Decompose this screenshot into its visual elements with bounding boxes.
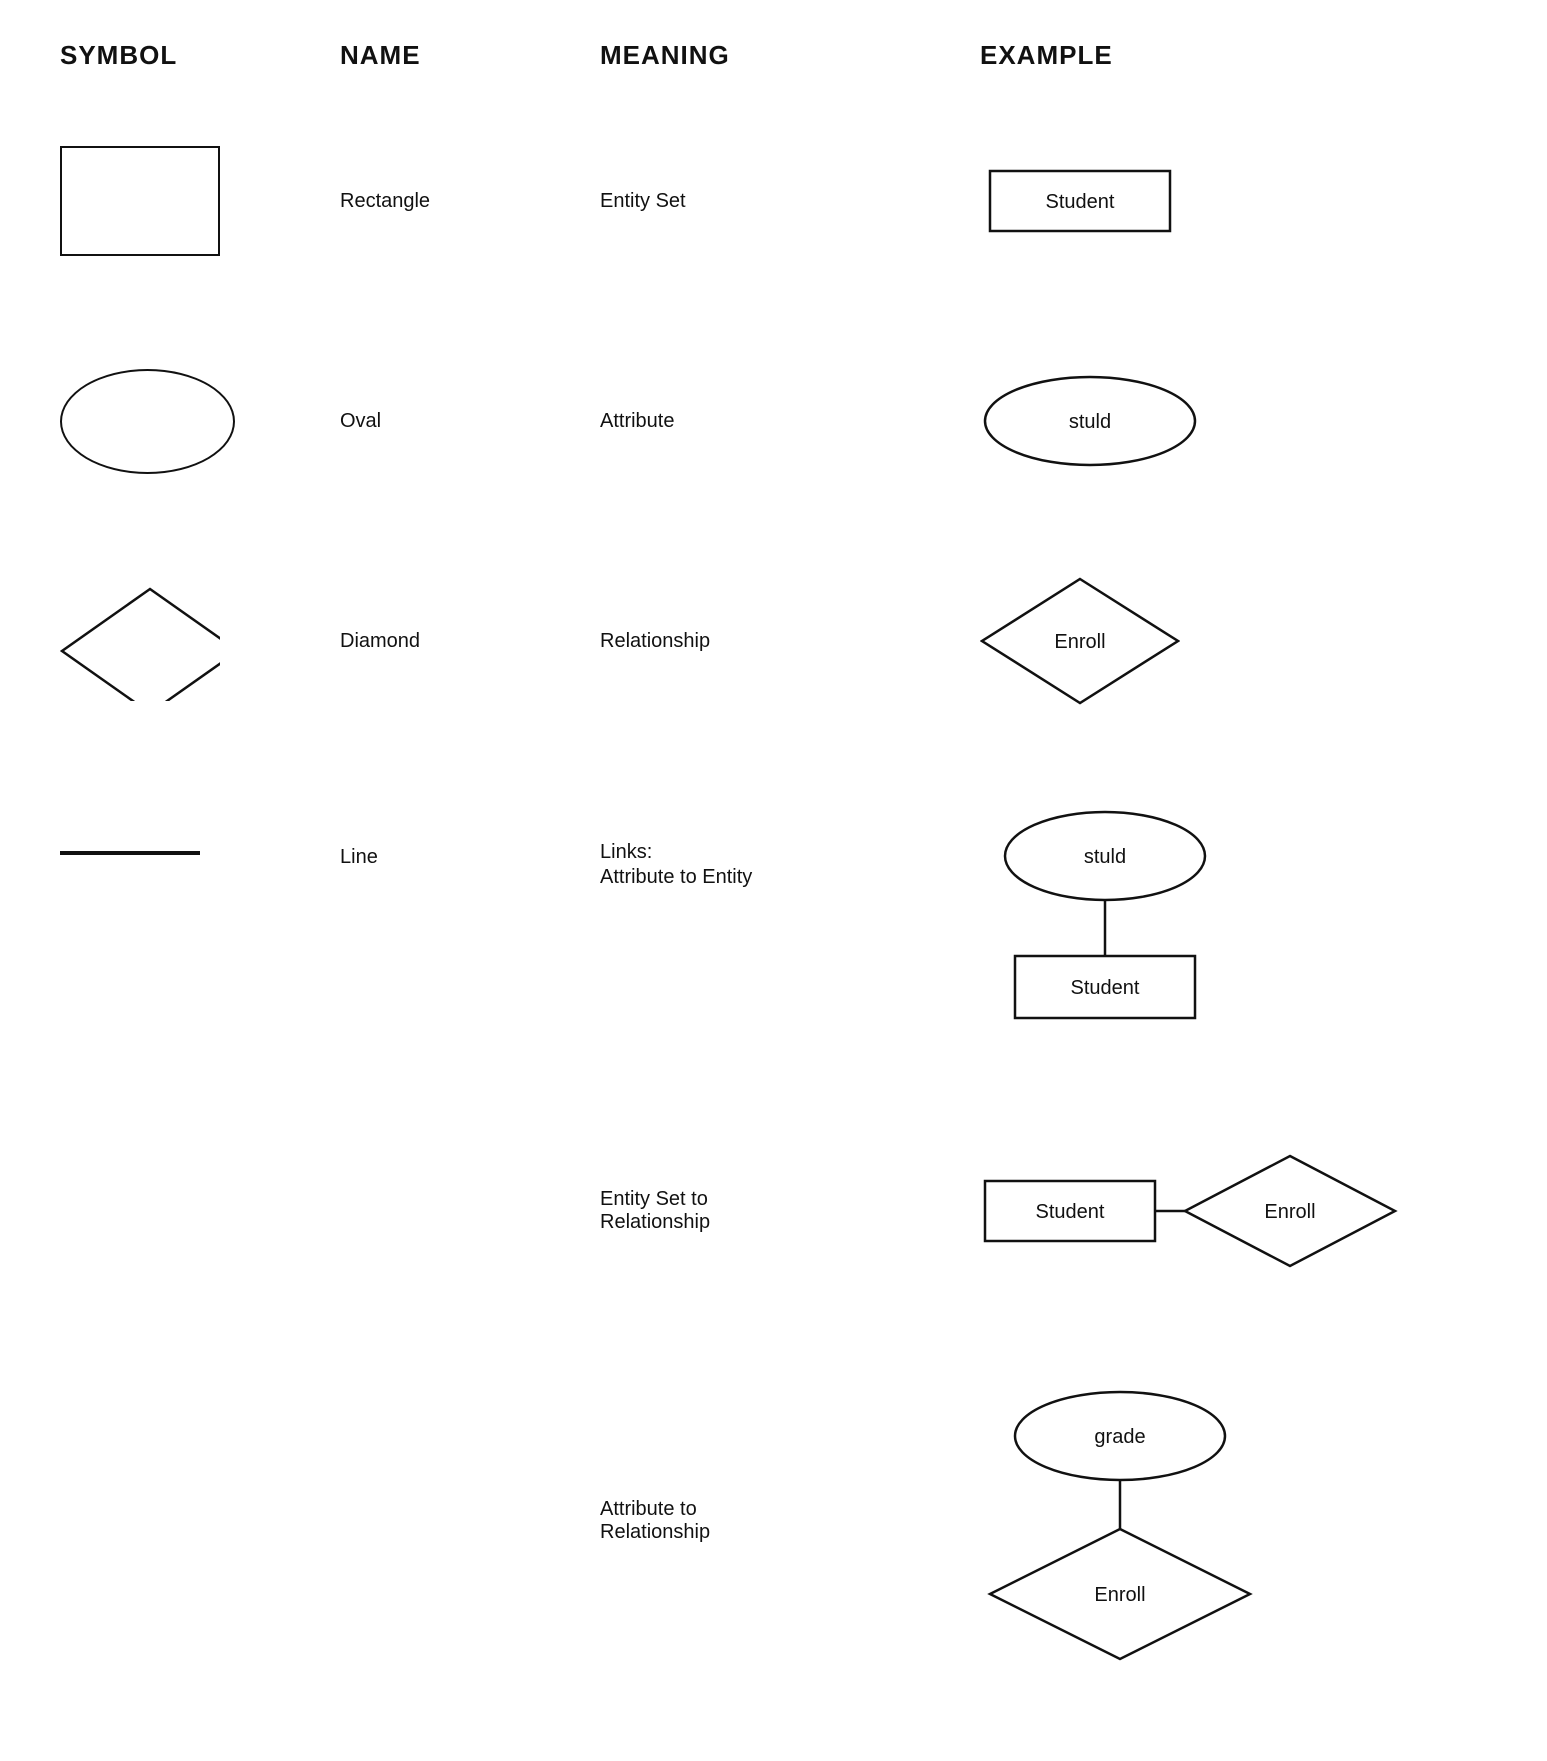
header-symbol: SYMBOL	[60, 40, 340, 71]
example-line-rect-label: Student	[1071, 977, 1140, 999]
header-meaning: MEANING	[600, 40, 980, 71]
meaning-line-1: Links:	[600, 841, 652, 864]
symbol-diamond	[60, 581, 340, 701]
meaning-rectangle: Entity Set	[600, 190, 980, 213]
table-header: SYMBOL NAME MEANING EXAMPLE	[60, 40, 1487, 91]
meaning-entity-to-rel-1: Entity Set to	[600, 1188, 708, 1211]
meaning-attr-to-rel-2: Relationship	[600, 1521, 710, 1544]
example-attr-to-rel-svg: grade Enroll	[980, 1381, 1260, 1661]
meaning-entity-to-rel: Entity Set to Relationship	[600, 1188, 980, 1234]
name-oval: Oval	[340, 410, 600, 433]
meaning-line-2: Attribute to Entity	[600, 866, 752, 889]
example-line-svg: stuld Student	[980, 801, 1230, 1051]
example-attr-to-rel: grade Enroll	[980, 1381, 1487, 1661]
example-rectangle-label: Student	[1046, 191, 1115, 213]
symbol-oval	[60, 369, 340, 474]
example-diamond-label: Enroll	[1054, 631, 1105, 653]
header-name: NAME	[340, 40, 600, 71]
attr-to-rel-grade-label: grade	[1094, 1426, 1145, 1448]
meaning-entity-to-rel-2: Relationship	[600, 1211, 710, 1234]
entity-to-rel-student-label: Student	[1036, 1201, 1105, 1223]
rectangle-shape	[60, 146, 220, 256]
example-diamond: Enroll	[980, 571, 1487, 711]
table-row: Rectangle Entity Set Student	[60, 121, 1487, 281]
table-row: Attribute to Relationship grade Enroll	[60, 1381, 1487, 1661]
example-line: stuld Student	[980, 801, 1487, 1051]
table-row: Line Links: Attribute to Entity stuld St…	[60, 781, 1487, 1051]
name-line: Line	[340, 801, 600, 869]
example-rectangle-svg: Student	[980, 161, 1180, 241]
name-rectangle: Rectangle	[340, 190, 600, 213]
entity-to-rel-enroll-label: Enroll	[1264, 1201, 1315, 1223]
header-example: EXAMPLE	[980, 40, 1487, 71]
name-diamond: Diamond	[340, 630, 600, 653]
table-row: Oval Attribute stuld	[60, 341, 1487, 501]
symbol-rectangle	[60, 146, 340, 256]
example-entity-to-rel: Student Enroll	[980, 1151, 1487, 1271]
table-row: Diamond Relationship Enroll	[60, 561, 1487, 721]
table-row: Entity Set to Relationship Student Enrol…	[60, 1111, 1487, 1311]
meaning-attr-to-rel-1: Attribute to	[600, 1498, 697, 1521]
meaning-diamond: Relationship	[600, 630, 980, 653]
example-diamond-svg: Enroll	[980, 571, 1180, 711]
example-line-oval-label: stuld	[1084, 846, 1126, 868]
oval-shape	[60, 369, 235, 474]
attr-to-rel-enroll-label: Enroll	[1094, 1584, 1145, 1606]
example-oval-svg: stuld	[980, 371, 1200, 471]
diamond-shape	[60, 581, 220, 701]
symbol-line	[60, 801, 340, 855]
example-entity-to-rel-svg: Student Enroll	[980, 1151, 1400, 1271]
meaning-line: Links: Attribute to Entity	[600, 801, 980, 889]
example-oval-label: stuld	[1069, 411, 1111, 433]
example-oval: stuld	[980, 371, 1487, 471]
meaning-attr-to-rel: Attribute to Relationship	[600, 1498, 980, 1544]
line-shape	[60, 851, 200, 855]
page: SYMBOL NAME MEANING EXAMPLE Rectangle En…	[0, 0, 1547, 1761]
example-rectangle: Student	[980, 161, 1487, 241]
meaning-oval: Attribute	[600, 410, 980, 433]
